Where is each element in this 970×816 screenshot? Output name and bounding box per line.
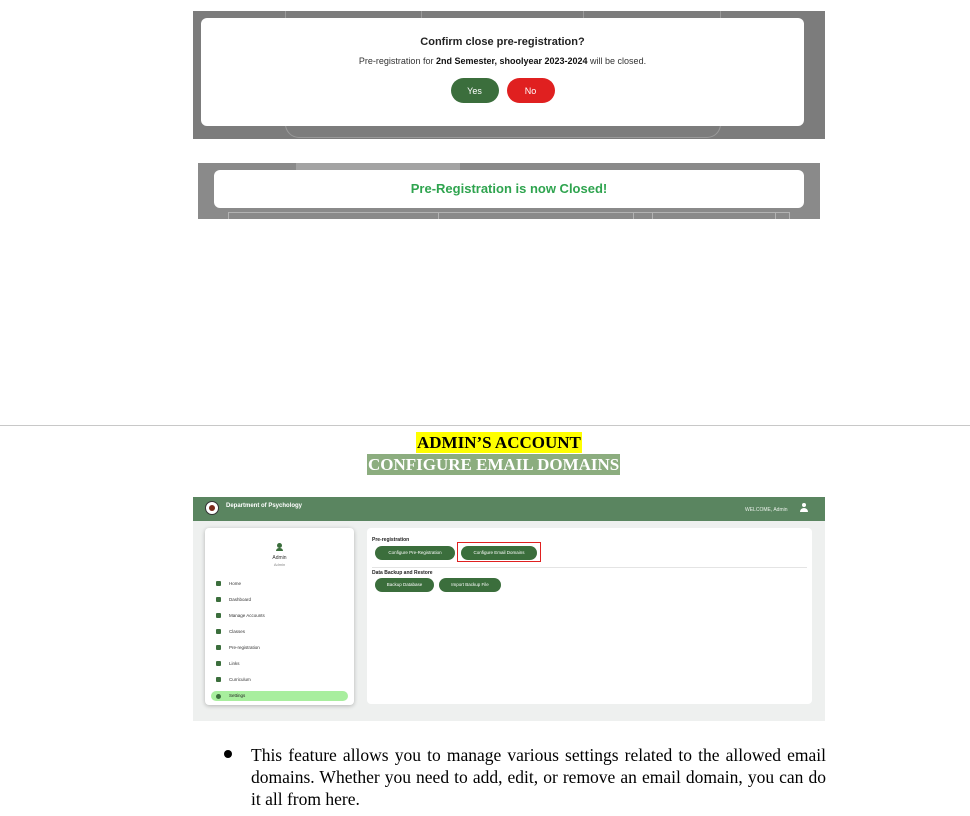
bullet-text: This feature allows you to manage variou… [251, 745, 826, 809]
avatar-icon [276, 543, 283, 551]
closed-banner: Pre-Registration is now Closed! [214, 170, 804, 208]
users-icon [216, 613, 221, 618]
background-card [652, 212, 776, 219]
dialog-buttons: Yes No [201, 78, 804, 103]
welcome-text: WELCOME, Admin [745, 507, 788, 513]
sidebar-item-settings[interactable]: Settings [211, 691, 348, 701]
dashboard-icon [216, 597, 221, 602]
link-icon [216, 661, 221, 666]
sidebar-item-label: Settings [229, 693, 246, 698]
sidebar-item-label: Pre-registration [229, 645, 260, 650]
sidebar-item-curriculum[interactable]: Curriculum [211, 672, 348, 688]
configure-email-domains-button[interactable]: Configure Email Domains [461, 546, 537, 560]
sidebar-item-label: Classes [229, 629, 246, 634]
page-divider [0, 425, 970, 426]
sidebar-item-links[interactable]: Links [211, 656, 348, 672]
account-heading: ADMIN’S ACCOUNT [416, 432, 582, 453]
preregistration-section-title: Pre-registration [372, 537, 410, 543]
sidebar-user-role: Admin [273, 562, 286, 567]
department-title: Department of Psychology [226, 503, 303, 509]
dialog-message: Pre-registration for 2nd Semester, shool… [201, 56, 804, 66]
import-backup-file-button[interactable]: Import Backup File [439, 578, 501, 592]
section-divider [372, 567, 807, 568]
section-heading: CONFIGURE EMAIL DOMAINS [367, 454, 621, 475]
file-icon [216, 645, 221, 650]
dialog-message-prefix: Pre-registration for [358, 56, 436, 66]
gear-icon [216, 694, 221, 699]
background-card [438, 212, 634, 219]
classes-icon [216, 629, 221, 634]
confirm-dialog-screenshot: Confirm close pre-registration? Pre-regi… [193, 11, 825, 139]
sidebar-item-label: Dashboard [229, 597, 252, 602]
closed-banner-screenshot: Pre-Registration is now Closed! [198, 163, 820, 219]
user-icon[interactable] [800, 503, 808, 513]
app-header: Department of Psychology WELCOME, Admin [193, 497, 825, 521]
sidebar-item-classes[interactable]: Classes [211, 624, 348, 640]
dialog-title: Confirm close pre-registration? [420, 36, 585, 48]
dialog-message-term: 2nd Semester, shoolyear 2023-2024 [435, 56, 588, 66]
sidebar-item-manage-accounts[interactable]: Manage Accounts [211, 608, 348, 624]
no-button[interactable]: No [506, 78, 555, 103]
sidebar-item-label: Curriculum [229, 677, 251, 682]
sidebar: Admin Admin Home Dashboard Manage Accoun… [205, 528, 354, 705]
sidebar-item-label: Home [229, 581, 242, 586]
sidebar-item-pre-registration[interactable]: Pre-registration [211, 640, 348, 656]
sidebar-user-name: Admin [272, 555, 287, 561]
dialog-message-suffix: will be closed. [587, 56, 647, 66]
graduation-cap-icon [216, 677, 221, 682]
sidebar-nav: Home Dashboard Manage Accounts Classes P… [211, 576, 348, 701]
configure-pre-registration-button[interactable]: Configure Pre-Registration [375, 546, 455, 560]
backup-database-button[interactable]: Backup Database [375, 578, 434, 592]
backup-section-title: Data Backup and Restore [372, 570, 433, 576]
sidebar-item-label: Links [229, 661, 240, 666]
settings-screenshot: Department of Psychology WELCOME, Admin … [193, 497, 825, 721]
sidebar-item-home[interactable]: Home [211, 576, 348, 592]
yes-button[interactable]: Yes [450, 78, 499, 103]
sidebar-item-dashboard[interactable]: Dashboard [211, 592, 348, 608]
confirm-dialog: Confirm close pre-registration? Pre-regi… [201, 18, 804, 126]
settings-panel: Pre-registration Configure Pre-Registrat… [367, 528, 812, 704]
sidebar-item-label: Manage Accounts [229, 613, 265, 618]
home-icon [216, 581, 221, 586]
bullet-marker [224, 750, 232, 758]
department-logo [205, 501, 219, 515]
